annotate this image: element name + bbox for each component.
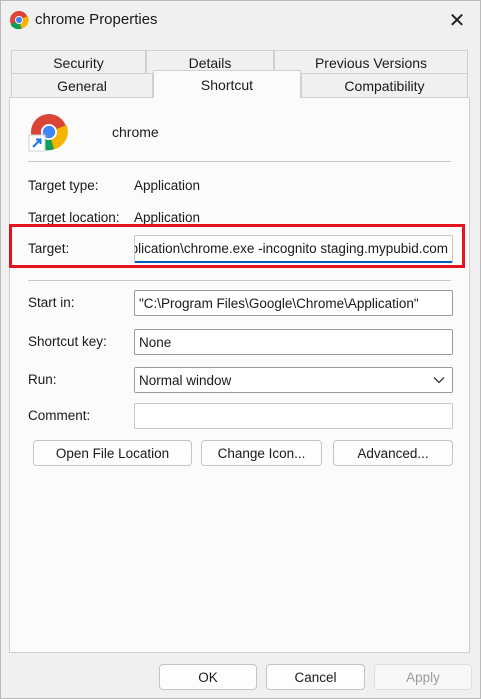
start-in-input[interactable]: "C:\Program Files\Google\Chrome\Applicat… <box>134 290 453 316</box>
target-location-value: Application <box>134 210 201 225</box>
run-select-value: Normal window <box>139 372 232 388</box>
divider <box>28 280 451 281</box>
properties-dialog: chrome Properties ✕ Security Details Pre… <box>0 0 481 699</box>
close-icon: ✕ <box>448 9 466 32</box>
comment-input[interactable] <box>134 403 453 429</box>
tab-previous-versions[interactable]: Previous Versions <box>274 50 468 74</box>
shortcut-key-text: None <box>139 334 172 350</box>
shortcut-key-label: Shortcut key: <box>28 334 107 349</box>
apply-button[interactable]: Apply <box>374 664 472 690</box>
start-in-text: "C:\Program Files\Google\Chrome\Applicat… <box>139 295 419 311</box>
tab-compatibility[interactable]: Compatibility <box>301 73 468 97</box>
ok-button[interactable]: OK <box>159 664 257 690</box>
run-select[interactable]: Normal window <box>134 367 453 393</box>
target-type-value: Application <box>134 178 201 193</box>
chrome-shortcut-icon <box>28 114 68 152</box>
open-file-location-button[interactable]: Open File Location <box>33 440 192 466</box>
target-type-label: Target type: <box>28 178 99 193</box>
run-label: Run: <box>28 372 57 387</box>
title-bar: chrome Properties ✕ <box>1 1 480 41</box>
app-name: chrome <box>112 124 159 140</box>
tab-shortcut[interactable]: Shortcut <box>153 70 301 98</box>
close-button[interactable]: ✕ <box>434 1 480 39</box>
cancel-button[interactable]: Cancel <box>266 664 365 690</box>
target-highlight-box <box>9 224 465 268</box>
window-title: chrome Properties <box>35 11 158 28</box>
advanced-button[interactable]: Advanced... <box>333 440 453 466</box>
chevron-down-icon <box>433 377 445 384</box>
chrome-icon <box>10 11 29 30</box>
divider <box>28 161 451 162</box>
comment-label: Comment: <box>28 408 91 423</box>
tab-security[interactable]: Security <box>11 50 146 74</box>
change-icon-button[interactable]: Change Icon... <box>201 440 322 466</box>
tab-general[interactable]: General <box>11 73 153 97</box>
shortcut-key-input[interactable]: None <box>134 329 453 355</box>
target-location-label: Target location: <box>28 210 120 225</box>
start-in-label: Start in: <box>28 295 75 310</box>
